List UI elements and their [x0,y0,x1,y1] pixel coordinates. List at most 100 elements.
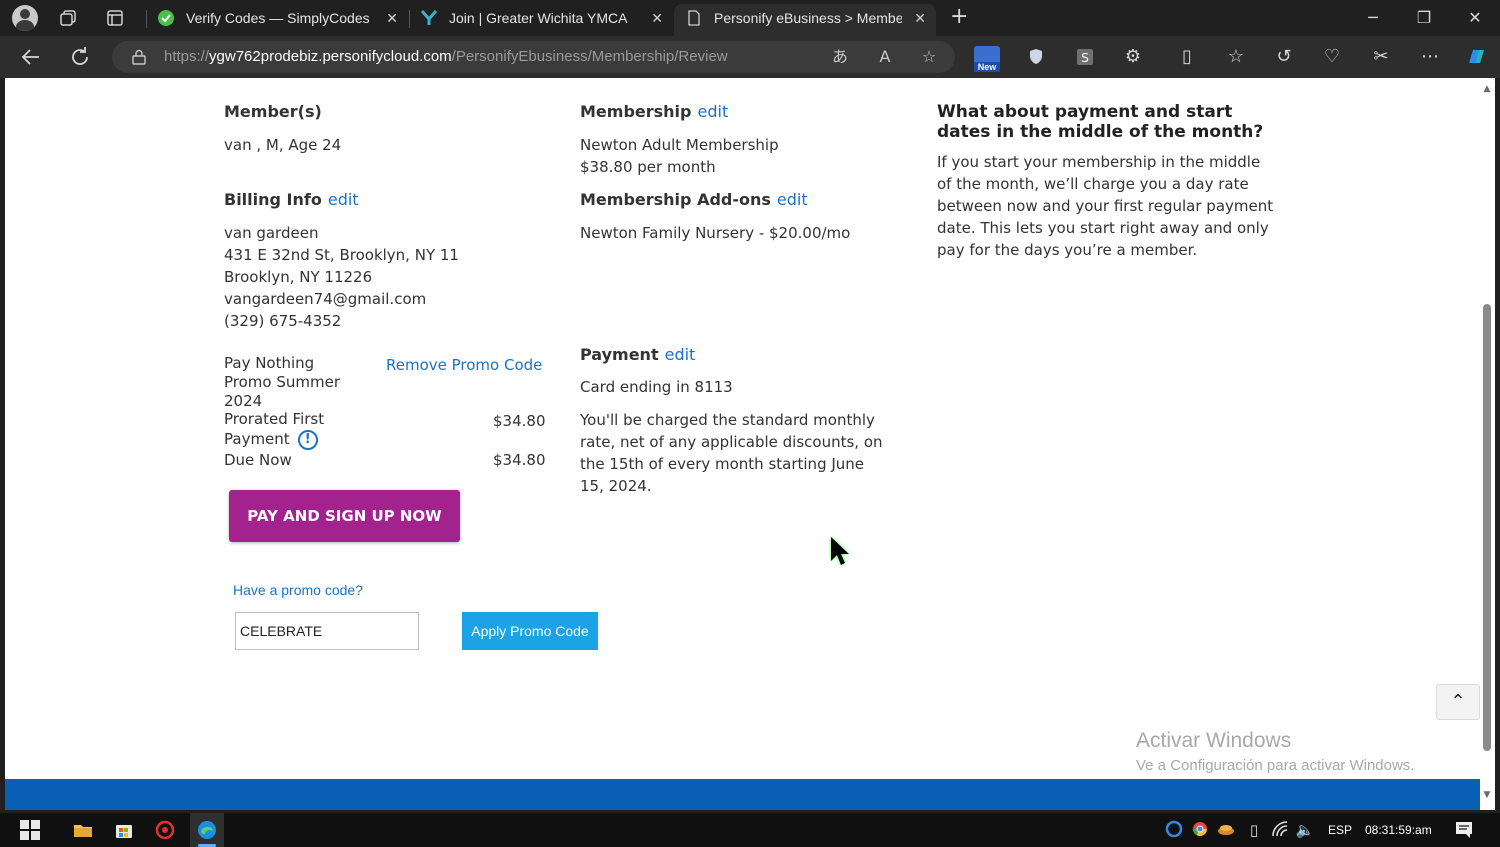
tab-close-icon[interactable]: ✕ [386,4,398,32]
url-prefix: https:// [164,48,210,65]
payment-note-line2: rate, net of any applicable discounts, o… [580,433,883,451]
back-icon[interactable] [19,45,43,69]
pay-and-sign-up-button[interactable]: PAY AND SIGN UP NOW [229,490,460,542]
ymca-favicon-icon [421,10,437,25]
screenshot-icon[interactable]: ✂ [1369,45,1393,69]
more-menu-icon[interactable]: ⋯ [1418,45,1442,69]
addons-heading: Membership Add-ons edit [580,190,808,209]
translate-icon[interactable]: あ [828,45,852,69]
tab-title: Join | Greater Wichita YMCA [449,10,628,26]
browser-tab-bar: Verify Codes — SimplyCodes ✕ Join | Grea… [0,0,1500,36]
info-icon[interactable]: ! [297,429,318,450]
input-language[interactable]: ESP [1328,813,1352,847]
promo-name-line2: Promo Summer [224,373,341,391]
s-extension-icon[interactable]: S [1073,45,1097,69]
membership-heading: Membership edit [580,102,728,121]
svg-text:S: S [1081,51,1089,65]
split-screen-icon[interactable]: ▯ [1175,45,1199,69]
close-window-icon[interactable]: ✕ [1463,6,1487,30]
tray-c-icon[interactable] [1163,819,1185,841]
tab-close-icon[interactable]: ✕ [651,4,663,32]
apply-promo-code-button[interactable]: Apply Promo Code [462,612,598,650]
billing-edit-link[interactable]: edit [328,190,359,209]
copilot-icon[interactable] [1464,45,1488,69]
payment-note-line4: 15, 2024. [580,477,652,495]
addons-heading-label: Membership Add-ons [580,190,771,209]
due-now-label: Due Now [224,451,292,469]
billing-heading-label: Billing Info [224,190,322,209]
tab-simplycodes[interactable]: Verify Codes — SimplyCodes ✕ [146,4,408,36]
favorites-icon[interactable]: ☆ [1224,45,1248,69]
sidebar-body: If you start your membership in the midd… [937,153,1274,259]
billing-address-line1: 431 E 32nd St, Brooklyn, NY 11 [224,246,459,264]
prorated-label-text: Payment [224,430,290,448]
page-favicon-icon [688,10,700,26]
app-red-icon[interactable] [154,819,176,841]
have-promo-code-link[interactable]: Have a promo code? [233,579,363,601]
prorated-amount: $34.80 [493,412,546,430]
file-explorer-icon[interactable] [72,819,94,841]
edge-browser-icon [198,821,216,839]
billing-heading: Billing Info edit [224,190,359,209]
lock-icon[interactable] [132,49,146,65]
membership-price: $38.80 per month [580,158,716,176]
chevron-up-icon: ⌃ [1450,691,1466,712]
tab-title: Verify Codes — SimplyCodes [186,10,370,26]
page-viewport: Member(s) van , M, Age 24 Billing Info ed… [5,78,1480,810]
notifications-icon[interactable] [1453,819,1475,841]
minimize-icon[interactable]: ─ [1361,6,1385,30]
back-to-top-button[interactable]: ⌃ [1436,684,1480,720]
billing-email: vangardeen74@gmail.com [224,290,427,308]
usb-icon[interactable]: ▯ [1243,819,1265,841]
tab-close-icon[interactable]: ✕ [914,4,926,32]
url-text[interactable]: https://ygw762prodebiz.personifycloud.co… [164,41,728,73]
new-extension-badge[interactable]: New [974,46,1000,72]
refresh-icon[interactable] [68,45,92,69]
shield-extension-icon[interactable] [1024,45,1048,69]
remove-promo-code-link[interactable]: Remove Promo Code [386,354,542,376]
promo-code-input[interactable]: CELEBRATE [235,612,419,650]
windows-taskbar: ▯ 🔈 ESP 08:31:59:am [0,813,1500,847]
start-menu-icon[interactable] [20,820,40,840]
scroll-down-arrow-icon[interactable]: ▼ [1482,790,1492,800]
due-now-amount: $34.80 [493,451,546,469]
wifi-icon[interactable] [1269,819,1291,841]
billing-name: van gardeen [224,224,319,242]
tray-cloud-icon[interactable] [1215,819,1237,841]
address-bar[interactable]: https://ygw762prodebiz.personifycloud.co… [112,41,955,73]
volume-icon[interactable]: 🔈 [1294,819,1316,841]
membership-heading-label: Membership [580,102,692,121]
simplycodes-favicon-icon [158,10,174,26]
edge-taskbar-active[interactable] [190,813,224,847]
new-badge-label: New [974,62,1000,72]
payment-note-line3: the 15th of every month starting June [580,455,865,473]
page-scrollbar[interactable]: ▲ ▼ [1480,78,1495,810]
addons-edit-link[interactable]: edit [777,190,808,209]
scroll-up-arrow-icon[interactable]: ▲ [1482,84,1492,94]
new-tab-button[interactable]: + [950,5,968,29]
payment-edit-link[interactable]: edit [665,345,696,364]
history-icon[interactable]: ↺ [1272,45,1296,69]
favorite-star-icon[interactable]: ☆ [917,45,941,69]
system-clock[interactable]: 08:31:59:am [1365,813,1432,847]
membership-edit-link[interactable]: edit [698,102,729,121]
prorated-label-line1: Prorated First [224,410,325,428]
page-footer-bar [5,779,1480,810]
billing-phone: (329) 675-4352 [224,312,342,330]
tray-chrome-icon[interactable] [1189,819,1211,841]
workspaces-icon[interactable] [58,8,78,28]
performance-icon[interactable]: ♡ [1320,45,1344,69]
tab-ymca[interactable]: Join | Greater Wichita YMCA ✕ [409,4,673,36]
prorated-label-line2: Payment! [224,429,318,450]
vertical-tabs-icon[interactable] [105,8,125,28]
read-aloud-icon[interactable]: A [873,45,897,69]
scrollbar-thumb[interactable] [1483,304,1491,751]
mouse-cursor-icon [831,537,849,565]
store-icon[interactable] [113,819,135,841]
extensions-icon[interactable]: ⚙ [1121,45,1145,69]
members-heading: Member(s) [224,102,322,121]
url-host: ygw762prodebiz.personifycloud.com [209,48,452,65]
restore-icon[interactable]: ❐ [1412,6,1436,30]
profile-avatar-icon[interactable] [12,5,38,31]
tab-personify-active[interactable]: Personify eBusiness > Membersh ✕ [674,4,936,36]
